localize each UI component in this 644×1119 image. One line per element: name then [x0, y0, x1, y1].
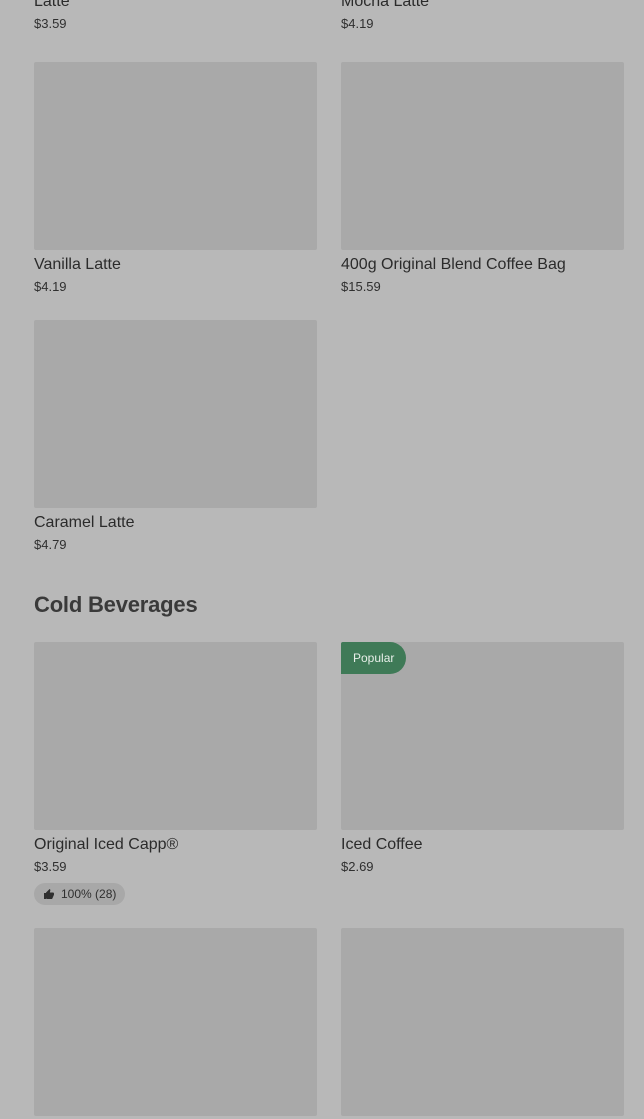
item-image — [341, 62, 624, 250]
item-price: $4.19 — [341, 16, 374, 31]
rating-text: 100% (28) — [61, 887, 117, 901]
item-price: $4.19 — [34, 279, 67, 294]
item-price: $3.59 — [34, 16, 67, 31]
menu-item-original-iced-capp[interactable]: Original Iced Capp® $3.59 100% (28) — [34, 642, 317, 905]
popular-badge: Popular — [341, 642, 407, 674]
menu-item[interactable] — [341, 928, 624, 1116]
item-name: 400g Original Blend Coffee Bag — [341, 256, 566, 273]
item-name: Vanilla Latte — [34, 256, 121, 273]
item-image — [34, 62, 317, 250]
item-price: $4.79 — [34, 537, 67, 552]
section-title-cold-beverages: Cold Beverages — [34, 592, 198, 617]
item-name: Caramel Latte — [34, 514, 135, 531]
item-image — [34, 642, 317, 830]
item-price: $3.59 — [34, 859, 67, 874]
item-image: Popular — [341, 642, 624, 830]
item-name: Original Iced Capp® — [34, 836, 179, 853]
rating-badge: 100% (28) — [34, 883, 126, 905]
thumbs-up-icon — [43, 888, 55, 900]
menu-item-caramel-latte[interactable]: Caramel Latte $4.79 — [34, 320, 317, 553]
item-name: Latte — [34, 0, 70, 10]
menu-item-vanilla-latte[interactable]: Vanilla Latte $4.19 — [34, 62, 317, 295]
menu-item-latte[interactable]: Latte $3.59 — [34, 0, 317, 32]
menu-item[interactable] — [34, 928, 317, 1116]
item-name: Mocha Latte — [341, 0, 430, 10]
item-image — [341, 928, 624, 1116]
item-price: $2.69 — [341, 859, 374, 874]
item-price: $15.59 — [341, 279, 381, 294]
item-image — [34, 928, 317, 1116]
item-name: Iced Coffee — [341, 836, 423, 853]
menu-item-coffee-bag[interactable]: 400g Original Blend Coffee Bag $15.59 — [341, 62, 624, 295]
menu-item-iced-coffee[interactable]: Popular Iced Coffee $2.69 — [341, 642, 624, 875]
menu-item-mocha-latte[interactable]: Mocha Latte $4.19 — [341, 0, 624, 32]
item-image — [34, 320, 317, 508]
